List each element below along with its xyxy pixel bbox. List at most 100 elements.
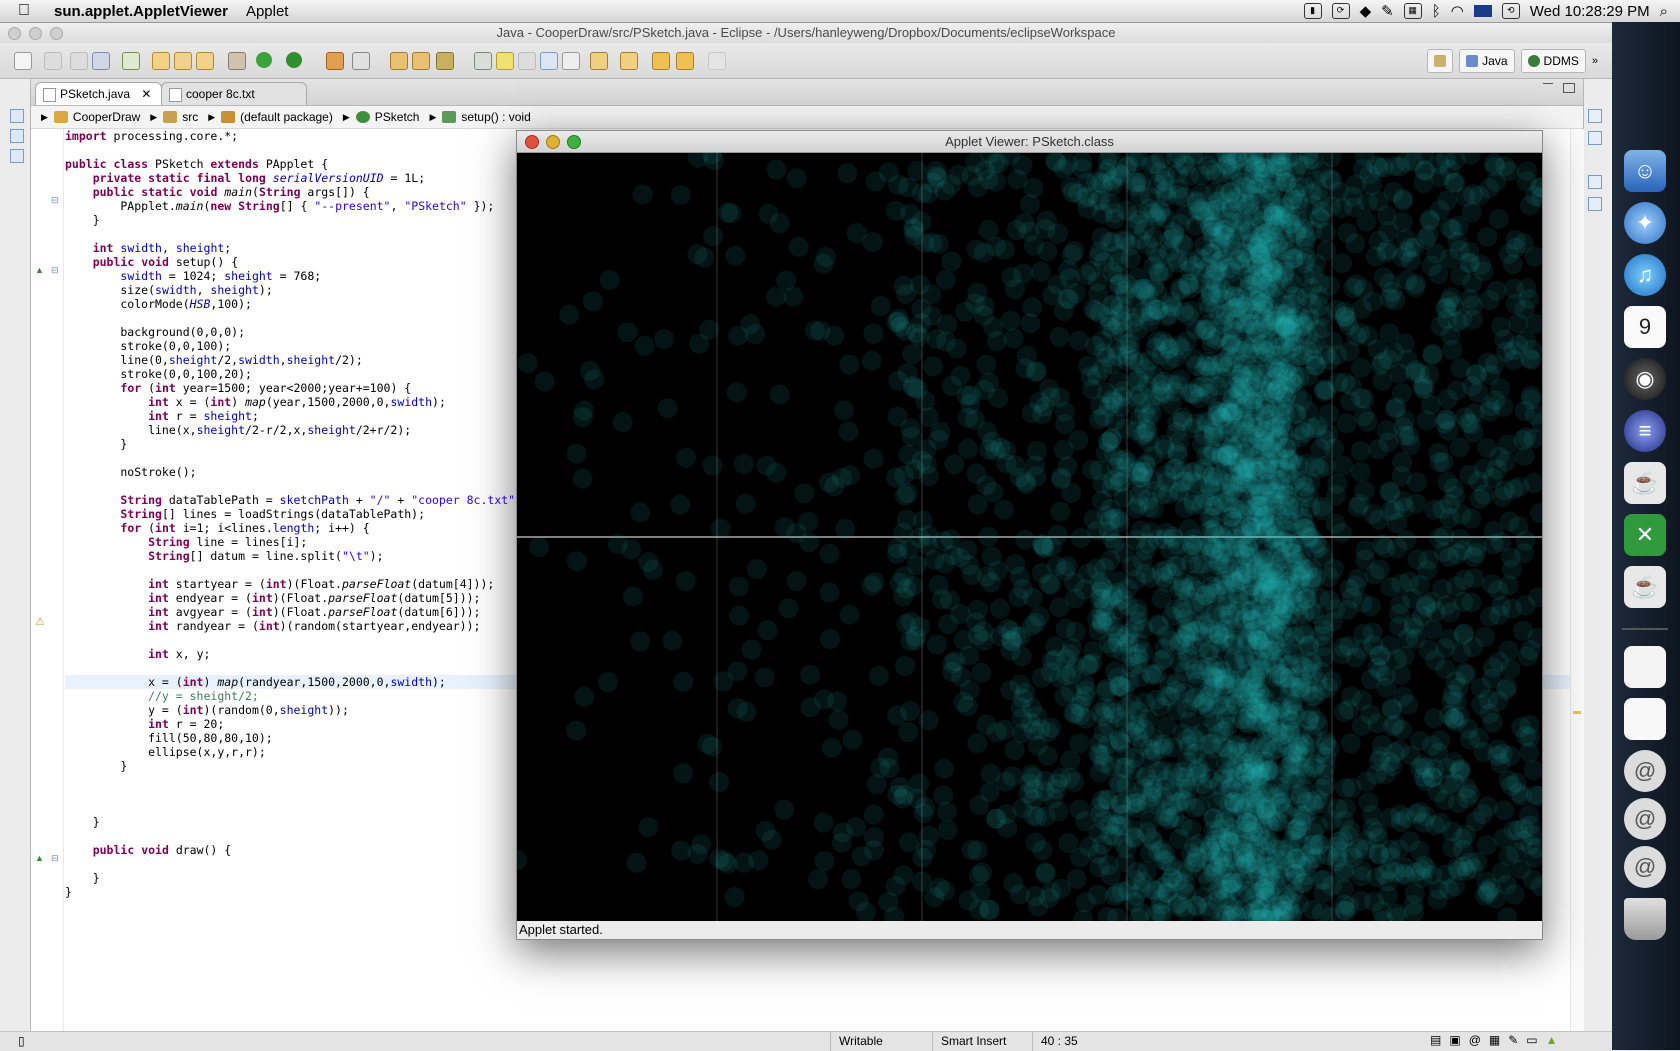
open-resource-icon[interactable]: [412, 52, 430, 70]
new-class-icon[interactable]: [196, 52, 214, 70]
fold-toggle-icon[interactable]: ⊟: [51, 195, 59, 206]
windows-menu-icon[interactable]: ▦: [1403, 3, 1422, 19]
photo-booth-icon[interactable]: ◉: [1624, 358, 1666, 400]
run-icon[interactable]: [256, 52, 272, 68]
hierarchy-icon[interactable]: [10, 149, 24, 163]
app-name-menu[interactable]: sun.applet.AppletViewer: [54, 3, 228, 20]
print-icon[interactable]: [92, 52, 110, 70]
new-server-icon[interactable]: [326, 52, 344, 70]
android-icon[interactable]: ▲: [1546, 1033, 1558, 1047]
new-java-project-icon[interactable]: [152, 52, 170, 70]
perspective-ddms[interactable]: DDMS: [1520, 49, 1586, 73]
breadcrumb-method[interactable]: ▶ setup() : void: [429, 110, 530, 124]
flag-icon[interactable]: [1473, 5, 1492, 17]
perspective-overflow-icon[interactable]: »: [1592, 55, 1598, 67]
run-external-icon[interactable]: [286, 52, 302, 68]
tab-psketch-java[interactable]: PSketch.java ✕: [35, 82, 163, 105]
restore-view-icon[interactable]: [1588, 175, 1602, 189]
document-icon[interactable]: [1624, 646, 1666, 688]
breadcrumb-package[interactable]: ▶ (default package): [208, 110, 333, 124]
last-edit-location-icon[interactable]: [652, 52, 670, 70]
sketch-canvas[interactable]: [517, 153, 1542, 921]
back-icon[interactable]: [676, 52, 694, 70]
tab-cooper-8c-txt[interactable]: cooper 8c.txt: [161, 82, 307, 105]
minimize-editor-icon[interactable]: [1543, 83, 1553, 84]
new-icon[interactable]: [14, 52, 32, 70]
applet-zoom-button[interactable]: [567, 135, 581, 149]
zoom-window-button[interactable]: [50, 27, 63, 40]
console-icon[interactable]: ▤: [1430, 1033, 1441, 1047]
javadoc-icon[interactable]: @: [1469, 1033, 1481, 1047]
overview-ruler[interactable]: [1570, 129, 1584, 1031]
wifi-icon[interactable]: ◠: [1451, 2, 1464, 20]
override-marker-icon[interactable]: ▲: [35, 853, 44, 863]
debug-icon[interactable]: [228, 52, 246, 70]
minimize-window-button[interactable]: [29, 27, 42, 40]
script-icon[interactable]: ✎: [1381, 2, 1394, 20]
close-window-button[interactable]: [8, 27, 21, 40]
forward-icon[interactable]: [708, 52, 726, 70]
warning-overview-mark[interactable]: [1573, 711, 1581, 714]
outline-icon[interactable]: [1588, 197, 1602, 211]
editor-gutter[interactable]: ▲ ⚠ ▲ ⊟ ⊟ ⊟: [31, 129, 64, 1031]
trash-icon[interactable]: [1624, 898, 1666, 940]
progress-icon[interactable]: ✎: [1508, 1033, 1518, 1047]
open-perspective-button[interactable]: [1427, 49, 1454, 73]
toggle-highlight-icon[interactable]: [496, 52, 514, 70]
declaration-icon[interactable]: ▦: [1489, 1033, 1500, 1047]
document-icon[interactable]: [1624, 698, 1666, 740]
download-icon[interactable]: [122, 52, 140, 70]
itunes-icon[interactable]: ♫: [1624, 254, 1666, 296]
mail-icon[interactable]: @: [1624, 750, 1666, 792]
finder-icon[interactable]: ☺: [1624, 150, 1666, 192]
bluetooth-icon[interactable]: ᛒ: [1432, 3, 1441, 20]
problems-icon[interactable]: ▣: [1449, 1033, 1460, 1047]
java-cup-icon[interactable]: ☕: [1624, 566, 1666, 608]
eclipse-icon[interactable]: ≡: [1624, 410, 1666, 452]
warning-marker-icon[interactable]: ⚠: [35, 615, 45, 628]
dropbox-icon[interactable]: ◆: [1360, 2, 1372, 20]
sync-menu-icon[interactable]: ⟳: [1331, 3, 1350, 19]
breadcrumb-src[interactable]: ▶ src: [150, 110, 198, 124]
perspective-java[interactable]: Java: [1459, 49, 1515, 73]
maximize-editor-icon[interactable]: [1563, 83, 1575, 93]
mail-icon[interactable]: @: [1624, 846, 1666, 888]
ical-icon[interactable]: 9: [1624, 306, 1666, 348]
restore-view-icon[interactable]: [1588, 109, 1602, 123]
override-marker-icon[interactable]: ▲: [35, 265, 44, 275]
new-package-icon[interactable]: [174, 52, 192, 70]
block-selection-icon[interactable]: [518, 52, 536, 70]
fast-view-icon[interactable]: ▯: [18, 1034, 25, 1048]
toggle-mark-occurrences-icon[interactable]: [474, 52, 492, 70]
java-cup-icon[interactable]: ☕: [1624, 462, 1666, 504]
excel-icon[interactable]: ✕: [1624, 514, 1666, 556]
show-whitespace-icon[interactable]: [540, 52, 558, 70]
breadcrumb-class[interactable]: ▶ PSketch: [343, 110, 420, 124]
menubar-clock[interactable]: Wed 10:28:29 PM: [1530, 3, 1650, 20]
close-tab-icon[interactable]: ✕: [141, 87, 151, 101]
spotlight-icon[interactable]: ⌕: [1660, 3, 1668, 20]
save-all-icon[interactable]: [70, 52, 88, 70]
open-type-icon[interactable]: [390, 52, 408, 70]
mail-icon[interactable]: @: [1624, 798, 1666, 840]
previous-annotation-icon[interactable]: [620, 52, 638, 70]
package-explorer-icon[interactable]: [10, 129, 24, 143]
battery-menu-icon[interactable]: ▮: [1303, 3, 1322, 19]
apple-menu-icon[interactable]: : [18, 2, 40, 20]
save-icon[interactable]: [44, 52, 62, 70]
time-machine-icon[interactable]: ⟲: [1501, 3, 1520, 19]
new-wizard-icon[interactable]: [352, 52, 370, 70]
restore-icon[interactable]: ▭: [1526, 1033, 1537, 1047]
task-list-icon[interactable]: [1588, 131, 1602, 145]
safari-icon[interactable]: ✦: [1624, 202, 1666, 244]
search-icon[interactable]: [436, 52, 454, 70]
applet-minimize-button[interactable]: [546, 135, 560, 149]
show-paragraph-icon[interactable]: [562, 52, 580, 70]
fold-toggle-icon[interactable]: ⊟: [51, 265, 59, 276]
next-annotation-icon[interactable]: [590, 52, 608, 70]
applet-menu[interactable]: Applet: [246, 3, 289, 20]
restore-view-icon[interactable]: [10, 109, 24, 123]
fold-toggle-icon[interactable]: ⊟: [51, 853, 59, 864]
applet-close-button[interactable]: [525, 135, 539, 149]
breadcrumb-project[interactable]: ▶ CooperDraw: [41, 110, 140, 124]
